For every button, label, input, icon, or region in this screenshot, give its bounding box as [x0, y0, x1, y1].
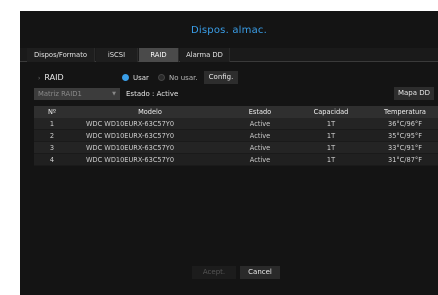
cell-capacity: 1T — [326, 132, 336, 140]
table-header-row: Nº Modelo Estado Capacidad Temperatura — [34, 106, 438, 118]
storage-device-dialog: Dispos. almac. Dispos/Formato iSCSI RAID… — [20, 11, 438, 295]
radio-usar[interactable]: Usar — [122, 74, 149, 82]
bullet-icon: › — [38, 75, 41, 82]
table-body: 1 WDC WD10EURX-63C57Y0 Active 1T 36°C/96… — [34, 118, 438, 166]
raid-matrix-select[interactable]: Matriz RAID1 ▼ — [34, 88, 120, 100]
tab-alarma-dd[interactable]: Alarma DD — [180, 48, 230, 62]
cell-status: Active — [249, 132, 271, 140]
cell-capacity: 1T — [326, 144, 336, 152]
tab-raid[interactable]: RAID — [139, 48, 179, 62]
radio-selected-icon — [122, 74, 129, 81]
radio-no-usar-label: No usar. — [169, 74, 198, 82]
tab-iscsi[interactable]: iSCSI — [96, 48, 138, 62]
radio-no-usar[interactable]: No usar. — [158, 74, 198, 82]
cell-model: WDC WD10EURX-63C57Y0 — [86, 156, 175, 164]
map-dd-button[interactable]: Mapa DD — [394, 87, 434, 100]
radio-unselected-icon — [158, 74, 165, 81]
raid-matrix-value: Matriz RAID1 — [38, 90, 82, 98]
raid-status-text: Estado : Active — [126, 90, 179, 98]
cell-no: 1 — [49, 120, 55, 128]
disk-table: Nº Modelo Estado Capacidad Temperatura 1… — [34, 106, 438, 166]
table-row[interactable]: 1 WDC WD10EURX-63C57Y0 Active 1T 36°C/96… — [34, 118, 438, 130]
cell-temperature: 36°C/96°F — [388, 120, 422, 128]
header-capacity: Capacidad — [313, 108, 349, 116]
cell-no: 3 — [49, 144, 55, 152]
cell-no: 4 — [49, 156, 55, 164]
table-row[interactable]: 4 WDC WD10EURX-63C57Y0 Active 1T 31°C/87… — [34, 154, 438, 166]
radio-usar-label: Usar — [133, 74, 149, 82]
raid-section-label: › RAID — [38, 73, 64, 82]
tab-bar: Dispos/Formato iSCSI RAID Alarma DD — [20, 48, 438, 62]
cell-capacity: 1T — [326, 156, 336, 164]
cell-capacity: 1T — [326, 120, 336, 128]
header-temperature: Temperatura — [384, 108, 426, 116]
config-button[interactable]: Config. — [204, 71, 238, 84]
raid-label-text: RAID — [44, 73, 64, 82]
header-no: Nº — [47, 108, 57, 116]
dialog-title: Dispos. almac. — [191, 25, 267, 36]
cell-model: WDC WD10EURX-63C57Y0 — [86, 144, 175, 152]
tab-dispos-formato[interactable]: Dispos/Formato — [27, 48, 95, 62]
header-status: Estado — [248, 108, 272, 116]
cell-temperature: 35°C/95°F — [388, 132, 422, 140]
table-row[interactable]: 2 WDC WD10EURX-63C57Y0 Active 1T 35°C/95… — [34, 130, 438, 142]
cell-model: WDC WD10EURX-63C57Y0 — [86, 132, 175, 140]
cell-status: Active — [249, 156, 271, 164]
accept-button[interactable]: Acept. — [192, 266, 236, 279]
table-row[interactable]: 3 WDC WD10EURX-63C57Y0 Active 1T 33°C/91… — [34, 142, 438, 154]
cancel-button[interactable]: Cancel — [240, 266, 280, 279]
dropdown-arrow-icon: ▼ — [112, 91, 116, 97]
cell-temperature: 31°C/87°F — [388, 156, 422, 164]
cell-status: Active — [249, 120, 271, 128]
cell-no: 2 — [49, 132, 55, 140]
cell-temperature: 33°C/91°F — [388, 144, 422, 152]
cell-model: WDC WD10EURX-63C57Y0 — [86, 120, 175, 128]
cell-status: Active — [249, 144, 271, 152]
header-model: Modelo — [138, 108, 162, 116]
